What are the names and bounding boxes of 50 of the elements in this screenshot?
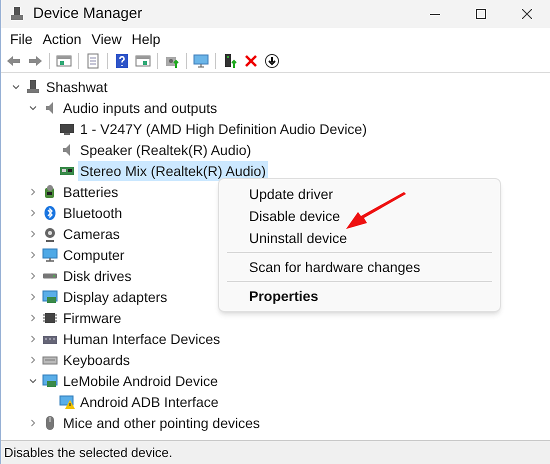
tree-item[interactable]: LeMobile Android Device xyxy=(61,370,220,390)
menu-option[interactable]: Scan for hardware changes xyxy=(219,256,500,278)
help-icon[interactable] xyxy=(114,53,130,69)
tree-item[interactable]: Computer xyxy=(61,244,126,264)
tree-item[interactable]: 1 - V247Y (AMD High Definition Audio Device) xyxy=(78,118,369,138)
enable-icon[interactable] xyxy=(222,53,238,69)
menu-option[interactable]: Disable device xyxy=(219,205,500,227)
maximize-icon xyxy=(476,9,486,19)
tree-item[interactable]: Speaker (Realtek(R) Audio) xyxy=(78,140,254,160)
tree-item[interactable]: Audio inputs and outputs xyxy=(61,98,220,118)
webcam-icon xyxy=(42,226,58,242)
display-adapter-icon xyxy=(42,288,58,304)
menu-item[interactable]: File xyxy=(5,28,38,50)
pane-icon[interactable] xyxy=(56,53,72,69)
status-text: Disables the selected device. xyxy=(4,444,172,462)
display-adapter-icon xyxy=(42,372,58,388)
forward-icon[interactable] xyxy=(27,53,43,69)
pointer-arrow xyxy=(344,192,408,232)
menu-option[interactable]: Properties xyxy=(219,285,500,307)
menu-item[interactable]: View xyxy=(86,28,127,50)
tree-item[interactable]: Firmware xyxy=(61,308,124,328)
device-manager-icon xyxy=(9,6,25,22)
tree-item[interactable]: Keyboards xyxy=(61,350,132,370)
menu-item[interactable]: Help xyxy=(126,28,166,50)
sheet-icon[interactable] xyxy=(85,53,101,69)
monitor-icon xyxy=(42,246,58,262)
tree-item[interactable]: Disk drives xyxy=(61,266,134,286)
tree-item[interactable]: Display adapters xyxy=(61,286,170,306)
download-icon[interactable] xyxy=(264,53,280,69)
tree-item[interactable]: Human Interface Devices xyxy=(61,328,222,348)
back-icon[interactable] xyxy=(6,53,22,69)
tree-item[interactable]: Stereo Mix (Realtek(R) Audio) xyxy=(78,160,268,180)
tree-item[interactable]: Batteries xyxy=(61,182,120,202)
close-icon xyxy=(522,9,532,19)
bluetooth-icon xyxy=(42,204,58,220)
tree-item[interactable]: Shashwat xyxy=(44,76,110,96)
tree-item[interactable]: Cameras xyxy=(61,224,122,244)
tree-item[interactable]: Mice and other pointing devices xyxy=(61,412,262,432)
window-title: Device Manager xyxy=(33,4,142,24)
menu-item[interactable]: Action xyxy=(38,28,86,50)
close-icon[interactable] xyxy=(243,53,259,69)
tree-item[interactable]: Android ADB Interface xyxy=(78,392,221,412)
tree-item[interactable]: Bluetooth xyxy=(61,202,124,222)
menu-option[interactable]: Update driver xyxy=(219,183,500,205)
pane-icon[interactable] xyxy=(135,53,151,69)
monitor-icon[interactable] xyxy=(193,53,209,69)
warning-icon xyxy=(59,394,75,410)
disk-drive-icon xyxy=(42,272,58,278)
computer-icon xyxy=(25,78,41,94)
menu-option[interactable]: Uninstall device xyxy=(219,227,500,249)
